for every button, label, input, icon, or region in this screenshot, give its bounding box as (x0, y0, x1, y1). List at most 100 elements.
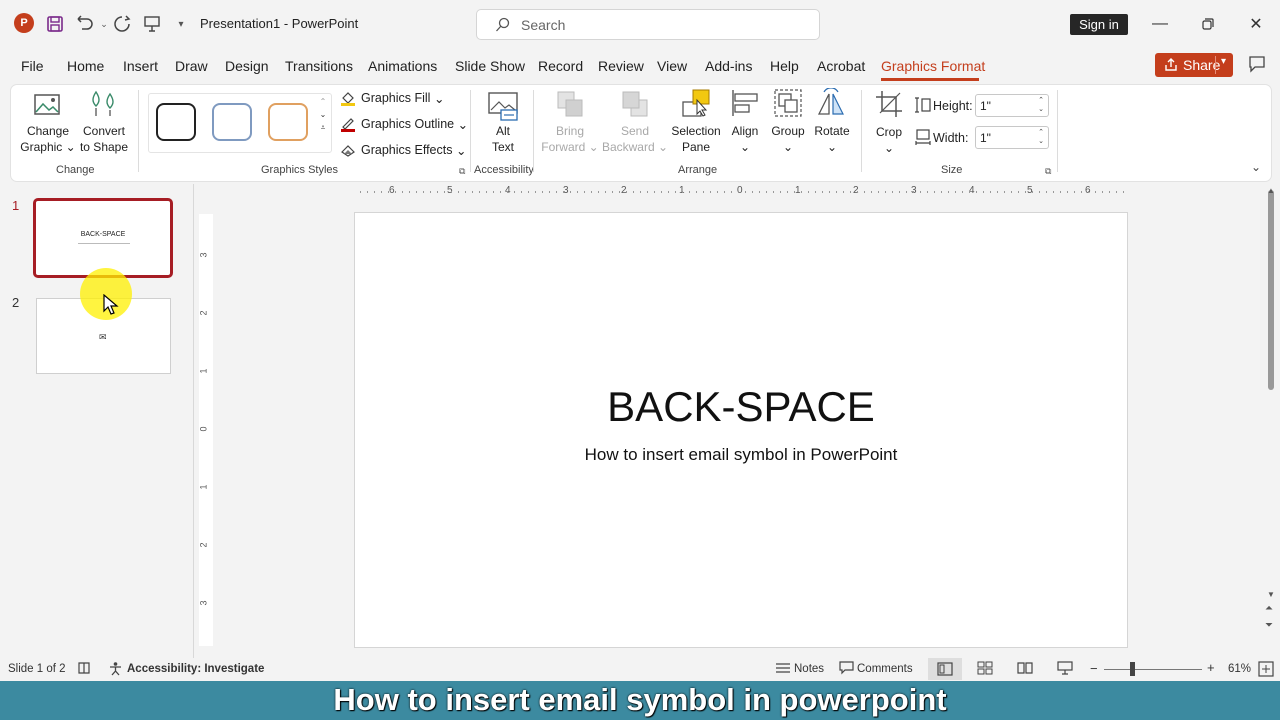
selection-pane-icon[interactable] (681, 88, 713, 123)
tab-slide-show[interactable]: Slide Show (455, 58, 525, 74)
graphics-effects-label: Graphics Effects (361, 143, 453, 157)
normal-view-icon[interactable] (928, 658, 962, 680)
ruler-h-minor-tick (1088, 191, 1089, 193)
width-icon (914, 128, 932, 149)
ruler-h-minor-tick (619, 191, 620, 193)
align-button[interactable]: Align ⌄ (726, 123, 764, 155)
height-input[interactable]: 1" ⌃ ⌄ (975, 94, 1049, 117)
present-from-start-icon[interactable] (141, 13, 163, 35)
save-icon[interactable] (44, 13, 66, 35)
size-dialog-launcher-icon[interactable]: ⧉ (1045, 166, 1051, 177)
crop-icon[interactable] (874, 89, 904, 122)
spelling-icon[interactable] (77, 661, 91, 678)
zoom-slider-thumb[interactable] (1130, 662, 1135, 676)
accessibility-status[interactable]: Accessibility: Investigate (127, 663, 264, 675)
slide-thumbnail-1[interactable]: BACK-SPACE (33, 198, 173, 278)
gallery-up-icon[interactable]: ⌃ (317, 95, 329, 108)
accessibility-icon[interactable] (108, 661, 123, 679)
style-swatch-orange[interactable] (268, 103, 308, 141)
style-swatch-black[interactable] (156, 103, 196, 141)
tab-insert[interactable]: Insert (123, 58, 158, 74)
tab-draw[interactable]: Draw (175, 58, 208, 74)
sign-in-button[interactable]: Sign in (1070, 14, 1128, 35)
slide-title[interactable]: BACK-SPACE (355, 383, 1127, 431)
tab-animations[interactable]: Animations (368, 58, 437, 74)
tab-design[interactable]: Design (225, 58, 269, 74)
tab-help[interactable]: Help (770, 58, 799, 74)
tab-home[interactable]: Home (67, 58, 104, 74)
comments-icon[interactable] (839, 661, 854, 678)
comments-button[interactable]: Comments (857, 663, 913, 675)
close-icon[interactable]: ✕ (1244, 12, 1268, 36)
minimize-icon[interactable]: — (1148, 12, 1172, 36)
customize-toolbar-icon[interactable]: ▾ (170, 13, 192, 35)
zoom-slider[interactable] (1104, 669, 1202, 670)
restore-icon[interactable] (1196, 12, 1220, 36)
style-swatch-blue[interactable] (212, 103, 252, 141)
rotate-button[interactable]: Rotate ⌄ (811, 123, 853, 155)
gallery-scroll[interactable]: ⌃ ⌄ ⩡ (317, 95, 329, 134)
previous-slide-icon[interactable]: ⏶ (1265, 603, 1273, 614)
height-spinner-icon[interactable]: ⌃ ⌄ (1038, 96, 1044, 114)
ruler-h-minor-tick (1102, 191, 1103, 193)
styles-dialog-launcher-icon[interactable]: ⧉ (459, 166, 465, 177)
redo-icon[interactable] (111, 13, 133, 35)
alt-text-icon[interactable] (487, 90, 519, 125)
reading-view-icon[interactable] (1017, 661, 1033, 678)
scrollbar-thumb[interactable] (1268, 190, 1274, 390)
search-input[interactable]: Search (476, 9, 820, 40)
ruler-h-minor-tick (710, 191, 711, 193)
gallery-down-icon[interactable]: ⌄ (317, 108, 329, 121)
tab-view[interactable]: View (657, 58, 687, 74)
tab-record[interactable]: Record (538, 58, 583, 74)
slide-count: Slide 1 of 2 (8, 663, 66, 675)
share-dropdown-icon[interactable]: ▾ (1221, 56, 1226, 67)
group-label-arrange: Arrange (678, 164, 718, 176)
tab-acrobat[interactable]: Acrobat (817, 58, 865, 74)
notes-icon[interactable] (775, 661, 791, 678)
tab-graphics-format[interactable]: Graphics Format (881, 58, 985, 74)
ruler-h-minor-tick (717, 191, 718, 193)
next-slide-icon[interactable]: ⏷ (1265, 620, 1273, 631)
slide-show-icon[interactable] (1057, 661, 1073, 678)
align-icon[interactable] (730, 88, 760, 121)
zoom-in-icon[interactable]: + (1207, 660, 1215, 675)
notes-button[interactable]: Notes (794, 663, 824, 675)
group-label: Group (771, 124, 805, 138)
gallery-more-icon[interactable]: ⩡ (317, 121, 329, 134)
tab-transitions[interactable]: Transitions (285, 58, 353, 74)
scroll-down-icon[interactable]: ▼ (1267, 590, 1275, 599)
slide-sorter-icon[interactable] (977, 661, 993, 678)
scroll-up-icon[interactable]: ▲ (1267, 186, 1275, 195)
group-button[interactable]: Group ⌄ (768, 123, 808, 155)
convert-to-shape-button[interactable]: Convert to Shape (76, 123, 132, 155)
graphics-outline-button[interactable]: Graphics Outline ⌄ (340, 116, 468, 132)
share-button[interactable]: Share ▾ (1155, 53, 1233, 77)
ruler-h-minor-tick (983, 191, 984, 193)
comments-pane-icon[interactable] (1248, 55, 1266, 76)
collapse-ribbon-icon[interactable]: ⌄ (1251, 160, 1261, 174)
tab-review[interactable]: Review (598, 58, 644, 74)
ruler-h-minor-tick (703, 191, 704, 193)
group-label-change: Change (56, 164, 95, 176)
change-graphic-button[interactable]: Change Graphic ⌄ (20, 123, 76, 155)
alt-text-button[interactable]: Alt Text (482, 123, 524, 155)
tab-file[interactable]: File (21, 58, 44, 74)
zoom-out-icon[interactable]: − (1090, 661, 1098, 676)
group-icon[interactable] (773, 88, 803, 121)
tab-add-ins[interactable]: Add-ins (705, 58, 752, 74)
current-slide[interactable]: BACK-SPACE How to insert email symbol in… (354, 212, 1128, 648)
crop-button[interactable]: Crop ⌄ (869, 124, 909, 156)
graphics-effects-button[interactable]: Graphics Effects ⌄ (340, 142, 466, 158)
rotate-icon[interactable] (816, 87, 846, 121)
fit-to-window-icon[interactable] (1258, 661, 1274, 680)
ruler-h-minor-tick (927, 191, 928, 193)
convert-to-shape-icon[interactable] (88, 88, 120, 123)
slide-subtitle[interactable]: How to insert email symbol in PowerPoint (355, 445, 1127, 465)
width-spinner-icon[interactable]: ⌃ ⌄ (1038, 128, 1044, 146)
zoom-level[interactable]: 61% (1228, 663, 1251, 675)
width-input[interactable]: 1" ⌃ ⌄ (975, 126, 1049, 149)
selection-pane-button[interactable]: Selection Pane (668, 123, 724, 155)
change-graphic-icon[interactable] (32, 90, 62, 123)
graphics-fill-button[interactable]: Graphics Fill ⌄ (340, 90, 444, 106)
